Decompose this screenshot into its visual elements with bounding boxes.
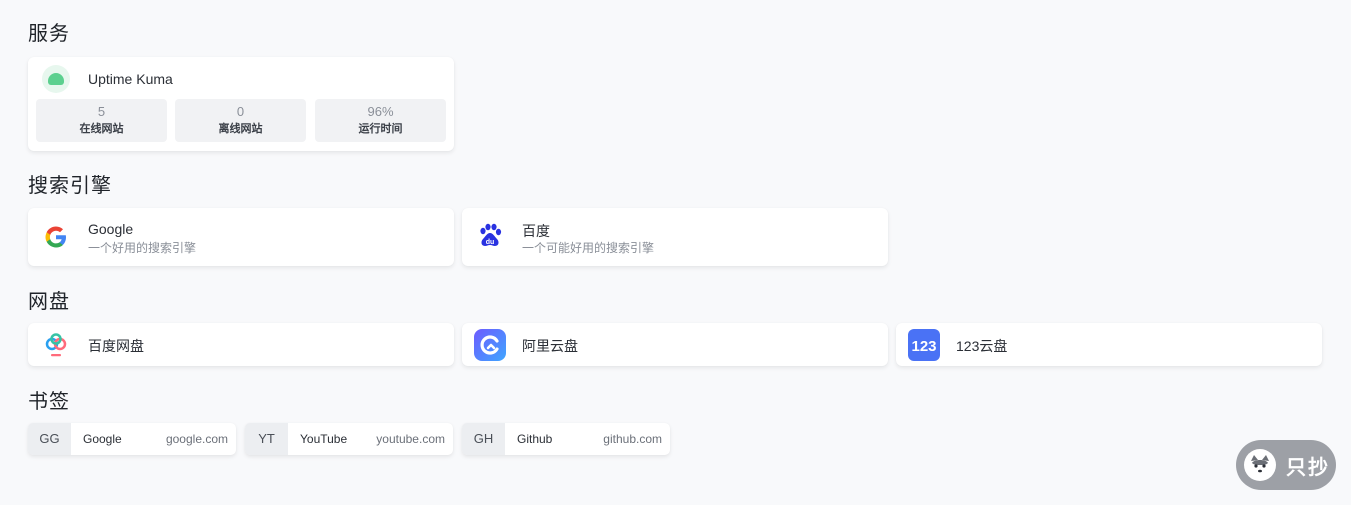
stat-uptime-value: 96% — [367, 104, 394, 119]
service-desc-google: 一个好用的搜索引擎 — [88, 241, 197, 255]
bookmark-name: Google — [83, 432, 122, 446]
service-name-aliyun-drive: 阿里云盘 — [522, 338, 578, 354]
bookmark-name: YouTube — [300, 432, 348, 446]
uptime-kuma-header: Uptime Kuma — [42, 65, 173, 93]
service-card-baidu[interactable]: du 百度 一个可能好用的搜索引擎 — [462, 208, 888, 266]
uptime-kuma-icon — [42, 65, 70, 93]
google-icon — [40, 221, 72, 253]
bookmark-abbr: GG — [28, 423, 71, 455]
service-name-123pan: 123云盘 — [956, 338, 1008, 354]
service-card-aliyun-drive[interactable]: 阿里云盘 — [462, 323, 888, 366]
section-title-search: 搜索引擎 — [28, 175, 112, 197]
stat-uptime-label: 运行时间 — [358, 123, 403, 135]
service-desc-baidu: 一个可能好用的搜索引擎 — [522, 241, 655, 255]
bookmark-abbr: GH — [462, 423, 505, 455]
baidu-icon: du — [474, 220, 506, 252]
bookmark-abbr: YT — [245, 423, 288, 455]
badge-text: 只抄 — [1286, 456, 1330, 479]
floating-badge[interactable]: 只抄 — [1236, 440, 1336, 490]
section-title-drive: 网盘 — [28, 291, 70, 313]
service-name-baidu: 百度 — [522, 223, 550, 239]
dashboard-page: 服务 Uptime Kuma 5 在线网站 0 离线网站 96% 运行时间 搜索… — [0, 0, 1351, 505]
bookmark-name: Github — [517, 432, 553, 446]
section-title-bookmarks: 书签 — [28, 391, 70, 413]
stat-offline-label: 离线网站 — [218, 123, 263, 135]
123pan-icon: 123 — [908, 329, 940, 361]
bookmark-url: youtube.com — [376, 432, 445, 446]
bookmark-youtube[interactable]: YT YouTube youtube.com — [245, 423, 453, 455]
bookmark-url: github.com — [603, 432, 662, 446]
service-card-123pan[interactable]: 123 123云盘 — [896, 323, 1322, 366]
aliyun-drive-icon — [474, 329, 506, 361]
bookmark-google[interactable]: GG Google google.com — [28, 423, 236, 455]
uptime-kuma-name: Uptime Kuma — [88, 71, 173, 87]
service-card-google[interactable]: Google 一个好用的搜索引擎 — [28, 208, 454, 266]
service-card-baidu-netdisk[interactable]: 百度网盘 — [28, 323, 454, 366]
stat-offline-value: 0 — [236, 104, 245, 119]
section-title-services: 服务 — [28, 23, 70, 45]
bookmark-github[interactable]: GH Github github.com — [462, 423, 670, 455]
stat-online-value: 5 — [97, 104, 106, 119]
bookmark-url: google.com — [165, 432, 228, 446]
service-name-google: Google — [88, 221, 134, 237]
husky-avatar-icon — [1244, 449, 1276, 481]
uptime-kuma-card[interactable]: Uptime Kuma 5 在线网站 0 离线网站 96% 运行时间 — [28, 57, 454, 151]
svg-text:du: du — [486, 239, 495, 246]
stat-uptime: 96% 运行时间 — [315, 99, 446, 142]
123pan-icon-text: 123 — [911, 338, 936, 355]
stat-online: 5 在线网站 — [36, 99, 167, 142]
stat-online-label: 在线网站 — [79, 123, 124, 135]
service-name-baidu-netdisk: 百度网盘 — [88, 338, 144, 354]
baidu-netdisk-icon — [40, 329, 72, 361]
stat-offline: 0 离线网站 — [175, 99, 306, 142]
